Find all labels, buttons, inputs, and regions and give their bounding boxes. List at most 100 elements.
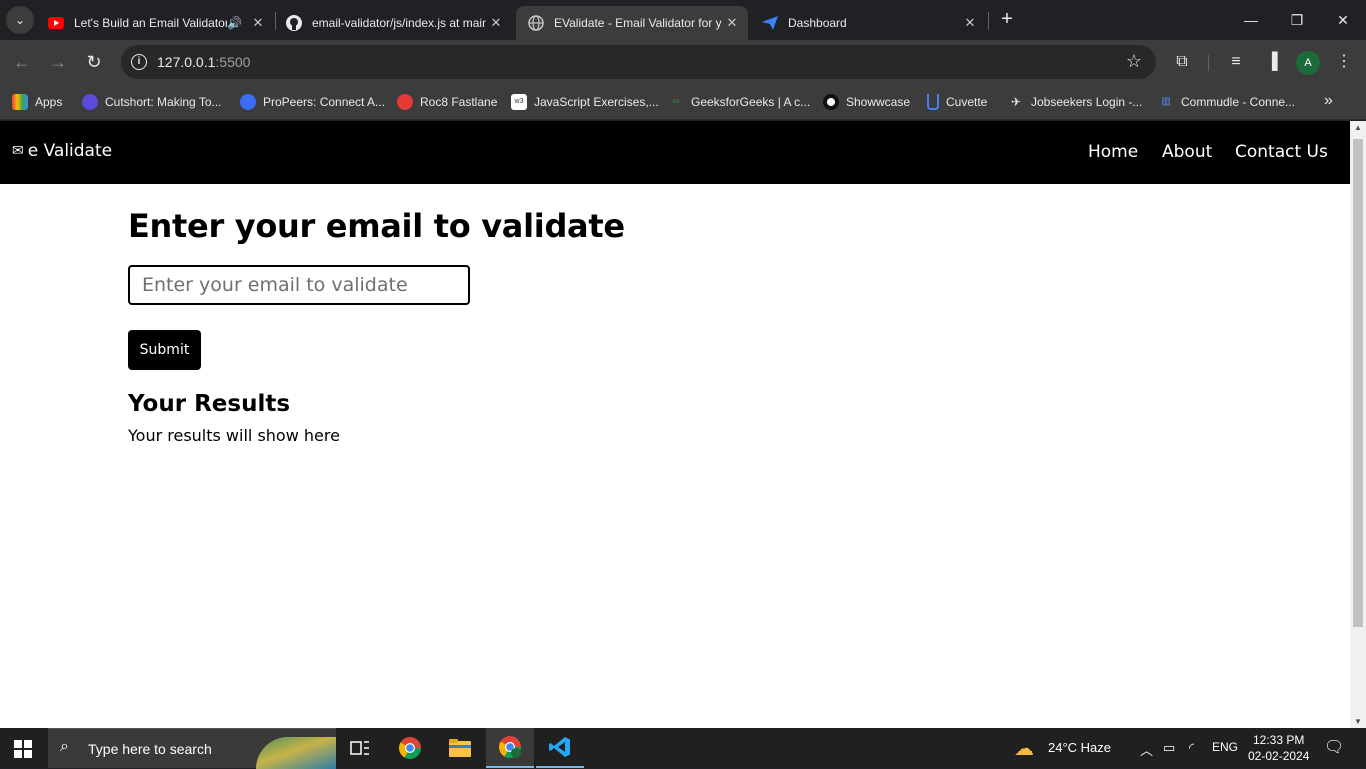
speaker-icon[interactable]: 🔊: [227, 16, 242, 30]
system-clock[interactable]: 12:33 PM 02-02-2024: [1248, 732, 1309, 764]
github-icon: [286, 15, 302, 31]
close-window-icon[interactable]: ✕: [1320, 6, 1366, 34]
tab-title: Let's Build an Email Validator: [74, 16, 228, 30]
chrome-icon[interactable]: [386, 728, 434, 768]
side-panel-icon[interactable]: ▐: [1260, 50, 1284, 74]
site-navbar: ✉ e Validate Home About Contact Us: [0, 121, 1350, 184]
brand-name: e Validate: [27, 141, 113, 161]
bookmark-geeksforgeeks[interactable]: ∞ GeeksforGeeks | A c...: [668, 92, 810, 112]
scroll-up-icon[interactable]: ▲: [1354, 123, 1362, 132]
task-view-icon[interactable]: [336, 728, 384, 768]
browser-tab-strip: ⌄ Let's Build an Email Validator 🔊 ✕ ema…: [0, 0, 1366, 40]
bookmark-label: JavaScript Exercises,...: [534, 95, 659, 109]
bookmark-star-icon[interactable]: ☆: [1126, 51, 1142, 72]
url-port: :5500: [215, 54, 251, 70]
tab-title: email-validator/js/index.js at main: [312, 16, 486, 30]
results-text: Your results will show here: [128, 426, 340, 445]
submit-button[interactable]: Submit: [128, 330, 201, 370]
back-icon[interactable]: ←: [8, 48, 36, 76]
page-scrollbar[interactable]: ▲ ▼: [1350, 121, 1366, 728]
language-indicator[interactable]: ENG: [1212, 740, 1238, 754]
scroll-down-icon[interactable]: ▼: [1354, 717, 1362, 726]
close-icon[interactable]: ✕: [722, 15, 742, 31]
tab-evalidate-active[interactable]: EValidate - Email Validator for you ✕: [516, 6, 748, 40]
weather-haze-icon: ☁: [1014, 738, 1034, 760]
bookmark-apps[interactable]: Apps: [12, 92, 62, 112]
weather-text[interactable]: 24°C Haze: [1048, 740, 1111, 755]
tab-github[interactable]: email-validator/js/index.js at main ✕: [274, 6, 512, 40]
chevron-down-icon: ⌄: [14, 13, 26, 27]
more-menu-icon[interactable]: ⋮: [1332, 50, 1356, 74]
restore-icon[interactable]: ❐: [1274, 6, 1320, 34]
reload-icon[interactable]: ↻: [80, 48, 108, 76]
close-icon[interactable]: ✕: [486, 15, 506, 31]
toolbar-separator: [1208, 55, 1209, 71]
w3schools-icon: w3: [511, 94, 527, 110]
bookmarks-bar: Apps Cutshort: Making To... ProPeers: Co…: [0, 85, 1366, 120]
page-title: Enter your email to validate: [128, 207, 625, 245]
nav-link-about[interactable]: About: [1162, 142, 1212, 162]
commudle-icon: ▥: [1161, 96, 1171, 107]
envelope-icon: ✉: [12, 143, 24, 159]
apps-grid-icon: [12, 94, 28, 110]
bookmark-jobseekers[interactable]: ✈ Jobseekers Login -...: [1008, 92, 1142, 112]
tab-search-button[interactable]: ⌄: [6, 6, 34, 34]
site-info-icon[interactable]: i: [131, 54, 147, 70]
chevron-up-icon[interactable]: ︿: [1140, 740, 1153, 759]
extensions-icon[interactable]: ⧉: [1170, 50, 1194, 74]
email-field[interactable]: [128, 265, 470, 305]
bookmark-label: ProPeers: Connect A...: [263, 95, 386, 109]
windows-start-icon[interactable]: [14, 740, 32, 758]
vscode-icon[interactable]: [536, 728, 584, 768]
url-host: 127.0.0.1: [157, 54, 216, 70]
tab-dashboard[interactable]: Dashboard ✕: [750, 6, 986, 40]
windows-taskbar: ⌕ Type here to search ☁ 24°C Haze ︿ ▭ ◜ …: [0, 728, 1366, 769]
minimize-icon[interactable]: —: [1228, 6, 1274, 34]
bookmark-label: Showwcase: [846, 95, 911, 109]
clock-date: 02-02-2024: [1248, 749, 1310, 763]
results-heading: Your Results: [128, 391, 291, 417]
bookmark-w3schools[interactable]: w3 JavaScript Exercises,...: [511, 92, 659, 112]
bookmark-roc8[interactable]: Roc8 Fastlane: [397, 92, 497, 112]
address-bar[interactable]: i 127.0.0.1:5500 ☆: [121, 45, 1156, 79]
clock-time: 12:33 PM: [1253, 733, 1305, 747]
tab-youtube[interactable]: Let's Build an Email Validator 🔊 ✕: [36, 6, 274, 40]
nav-link-home[interactable]: Home: [1088, 142, 1138, 162]
bookmark-commudle[interactable]: ▥ Commudle - Conne...: [1158, 92, 1295, 112]
roc8-icon: [397, 94, 413, 110]
bookmark-label: Jobseekers Login -...: [1031, 95, 1143, 109]
close-icon[interactable]: ✕: [248, 15, 268, 31]
profile-avatar[interactable]: A: [1296, 51, 1320, 75]
tab-title: EValidate - Email Validator for you: [554, 16, 722, 30]
bookmark-label: Cuvette: [946, 95, 988, 109]
bookmark-label: Cutshort: Making To...: [105, 95, 222, 109]
search-placeholder: Type here to search: [88, 741, 212, 757]
youtube-icon: [48, 15, 64, 31]
close-icon[interactable]: ✕: [960, 15, 980, 31]
bookmark-cutshort[interactable]: Cutshort: Making To...: [82, 92, 222, 112]
chevron-right-double-icon[interactable]: »: [1324, 92, 1333, 110]
runner-icon: ✈: [1010, 95, 1022, 109]
taskbar-search-box[interactable]: ⌕ Type here to search: [48, 728, 336, 769]
bookmark-label: Apps: [35, 95, 63, 109]
page-viewport: ✉ e Validate Home About Contact Us Enter…: [0, 121, 1350, 728]
media-control-icon[interactable]: ≡: [1224, 50, 1248, 74]
wifi-icon[interactable]: ◜: [1189, 740, 1194, 756]
send-icon: [762, 15, 778, 31]
scrollbar-thumb[interactable]: [1353, 139, 1363, 627]
file-explorer-icon[interactable]: [436, 728, 484, 768]
forward-icon[interactable]: →: [44, 48, 72, 76]
bookmark-showwcase[interactable]: Showwcase: [823, 92, 910, 112]
globe-icon: [528, 15, 544, 31]
bookmark-cuvette[interactable]: Cuvette: [927, 92, 987, 112]
chrome-profile-icon[interactable]: [486, 728, 534, 768]
site-brand[interactable]: ✉ e Validate: [12, 141, 112, 161]
propeers-icon: [240, 94, 256, 110]
nav-link-contact[interactable]: Contact Us: [1235, 142, 1328, 162]
new-tab-icon[interactable]: +: [996, 8, 1018, 32]
geeksforgeeks-icon: ∞: [672, 96, 680, 107]
notification-icon[interactable]: 🗨: [1324, 737, 1344, 757]
battery-icon[interactable]: ▭: [1163, 740, 1175, 756]
url-text[interactable]: 127.0.0.1:5500: [157, 54, 250, 70]
bookmark-propeers[interactable]: ProPeers: Connect A...: [240, 92, 385, 112]
